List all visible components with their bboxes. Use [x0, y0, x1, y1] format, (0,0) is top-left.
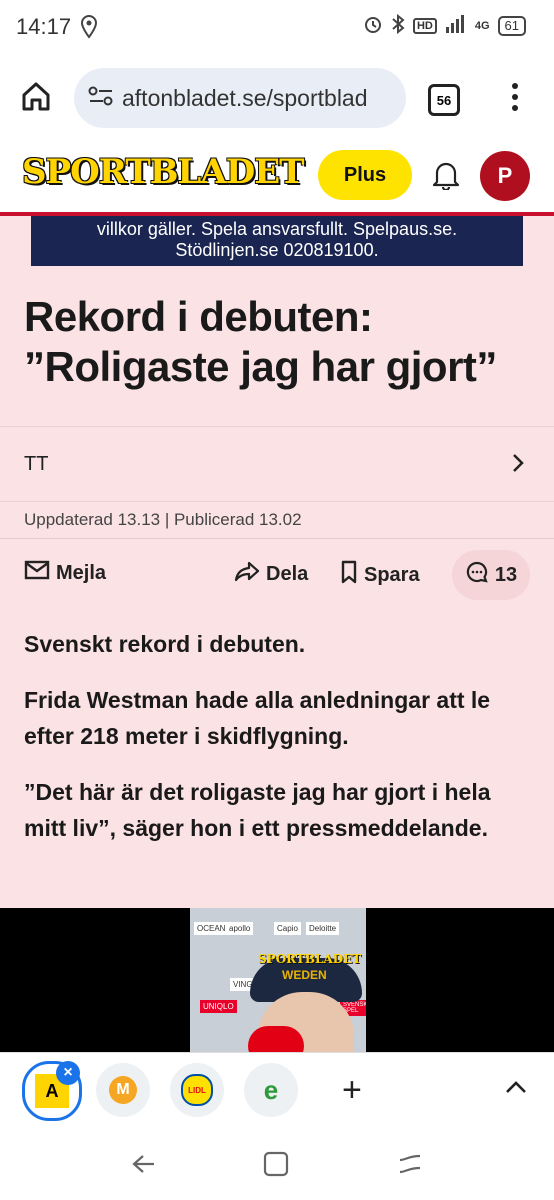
avatar[interactable]: P	[480, 151, 530, 201]
author-row[interactable]: TT	[0, 426, 554, 502]
microphone	[248, 1026, 304, 1054]
sponsor-uniqlo: UNIQLO	[200, 1000, 237, 1013]
article: villkor gäller. Spela ansvarsfullt. Spel…	[0, 216, 554, 908]
address-bar[interactable]: aftonbladet.se/sportblad	[74, 68, 406, 128]
divider	[0, 538, 554, 539]
sponsor-apollo: apollo	[226, 922, 254, 935]
site-header: SPORTBLADET Plus P	[0, 142, 554, 216]
author-name: TT	[24, 453, 49, 475]
network-4g-icon: 4G	[474, 19, 490, 32]
beanie-text: WEDEN	[282, 968, 327, 982]
recents-icon[interactable]	[396, 1150, 424, 1183]
bluetooth-icon	[391, 13, 405, 37]
back-icon[interactable]	[128, 1150, 156, 1183]
sponsor-deloitte: Deloitte	[306, 922, 340, 935]
article-actions: Mejla Dela Spara 13	[0, 546, 554, 604]
save-label: Spara	[364, 563, 420, 586]
m-icon: M	[109, 1076, 137, 1104]
status-bar: 14:17 HD 4G 61	[0, 0, 554, 56]
hd-icon: HD	[412, 17, 437, 34]
mail-button[interactable]: Mejla	[24, 560, 106, 586]
chevron-right-icon	[508, 451, 528, 480]
bottom-shortcut-bar: A × M LIDL e +	[0, 1052, 554, 1135]
video-frame[interactable]: OCEAN apollo Capio Deloitte VINGE UNIQLO…	[190, 908, 366, 1054]
shortcut-e[interactable]: e	[244, 1063, 298, 1117]
signal-icon	[445, 15, 467, 36]
home-nav-icon[interactable]	[262, 1150, 290, 1183]
comment-icon	[465, 560, 489, 590]
publish-dates: Uppdaterad 13.13 | Publicerad 13.02	[24, 510, 302, 529]
share-label: Dela	[266, 562, 309, 585]
sponsor-capio: Capio	[274, 922, 301, 935]
video-player[interactable]: OCEAN apollo Capio Deloitte VINGE UNIQLO…	[0, 908, 554, 1054]
ad-line-2: Stödlinjen.se 020819100.	[175, 240, 379, 260]
site-settings-icon[interactable]	[88, 85, 114, 112]
sponsor-ocean: OCEAN	[194, 922, 229, 935]
battery-icon: 61	[497, 15, 526, 36]
shortcut-m[interactable]: M	[96, 1063, 150, 1117]
bookmark-icon	[340, 560, 358, 590]
add-shortcut-button[interactable]: +	[342, 1071, 362, 1110]
e-icon: e	[263, 1074, 279, 1105]
alarm-icon	[363, 14, 383, 37]
chevron-up-icon[interactable]	[504, 1079, 528, 1100]
more-menu-icon[interactable]	[510, 82, 520, 117]
tab-switcher-button[interactable]: 56	[428, 84, 460, 116]
comment-count: 13	[494, 563, 518, 586]
video-overlay-logo: SPORTBLADET	[258, 952, 362, 966]
save-button[interactable]: Spara	[340, 560, 420, 590]
comments-button[interactable]: 13	[452, 550, 530, 600]
lidl-icon: LIDL	[181, 1074, 213, 1106]
share-icon	[234, 560, 260, 588]
close-icon[interactable]: ×	[56, 1061, 80, 1085]
mail-label: Mejla	[56, 561, 107, 584]
system-nav-bar	[0, 1134, 554, 1200]
headline: Rekord i debuten: ”Roligaste jag har gjo…	[24, 293, 497, 390]
mail-icon	[24, 560, 50, 586]
paragraph-2: ”Det här är det roligaste jag har gjort …	[24, 779, 491, 841]
ad-line-1: villkor gäller. Spela ansvarsfullt. Spel…	[96, 219, 458, 239]
sportbladet-logo[interactable]: SPORTBLADET	[22, 152, 304, 192]
home-icon[interactable]	[20, 80, 52, 117]
browser-toolbar: aftonbladet.se/sportblad 56	[0, 56, 554, 142]
url-text: aftonbladet.se/sportblad	[122, 84, 368, 111]
paragraph-1: Frida Westman hade alla anledningar att …	[24, 687, 491, 749]
share-button[interactable]: Dela	[234, 560, 308, 588]
bell-icon[interactable]	[432, 160, 460, 195]
status-icons: HD 4G 61	[363, 13, 526, 37]
paragraph-lead: Svenskt rekord i debuten.	[24, 631, 306, 657]
plus-button[interactable]: Plus	[318, 150, 412, 200]
ad-banner[interactable]: villkor gäller. Spela ansvarsfullt. Spel…	[31, 216, 523, 266]
location-icon	[80, 14, 98, 45]
shortcut-lidl[interactable]: LIDL	[170, 1063, 224, 1117]
status-time: 14:17	[16, 14, 72, 39]
